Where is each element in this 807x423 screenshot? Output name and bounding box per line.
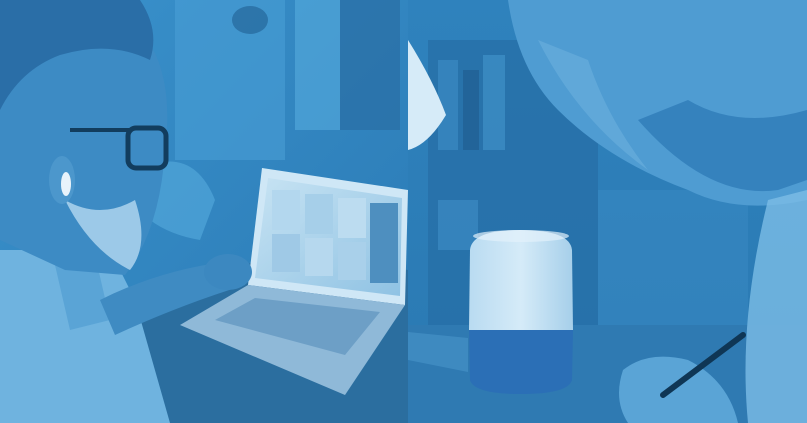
video-tile (305, 238, 333, 276)
right-photo-panel (408, 0, 807, 423)
video-sidebar (370, 203, 398, 283)
speaker-top (469, 230, 573, 330)
video-tile (338, 198, 366, 238)
smart-speaker (469, 230, 573, 394)
background-shelf (340, 0, 400, 130)
video-tile (305, 194, 333, 234)
photo-collage (0, 0, 807, 423)
video-tile (338, 242, 366, 280)
hand (204, 254, 252, 290)
video-tile (272, 190, 300, 230)
earbud (61, 172, 71, 196)
plant (232, 6, 268, 34)
smart-speaker-photo (408, 0, 807, 423)
video-call-photo (0, 0, 408, 423)
background-box (598, 190, 748, 340)
video-tile (272, 234, 300, 272)
background-wall (175, 0, 285, 160)
speaker-base (469, 330, 573, 394)
left-photo-panel (0, 0, 408, 423)
background-window (295, 0, 340, 130)
